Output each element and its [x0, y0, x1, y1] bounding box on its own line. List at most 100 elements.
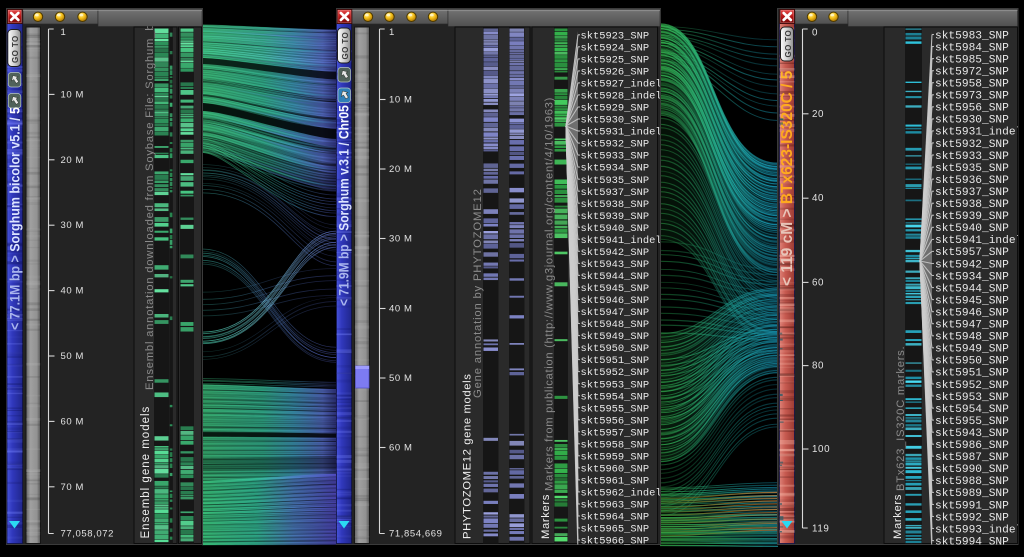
svg-text:skt5985_SNP: skt5985_SNP: [935, 54, 1009, 66]
svg-text:skt5950_SNP: skt5950_SNP: [581, 343, 650, 355]
svg-text:skt5950_SNP: skt5950_SNP: [935, 356, 1009, 368]
svg-text:skt5933_SNP: skt5933_SNP: [935, 151, 1009, 163]
svg-text:60 M: 60 M: [61, 416, 85, 427]
svg-text:skt5930_SNP: skt5930_SNP: [935, 115, 1009, 127]
svg-text:skt5925_SNP: skt5925_SNP: [581, 55, 650, 67]
svg-text:Markers: Markers: [540, 494, 552, 539]
svg-text:1: 1: [389, 27, 395, 38]
svg-text:20 M: 20 M: [61, 155, 85, 166]
svg-text:< 119 cM > BTx623-IS320C / 5: < 119 cM > BTx623-IS320C / 5: [779, 70, 796, 286]
svg-text:30 M: 30 M: [389, 234, 413, 245]
svg-text:skt5955_SNP: skt5955_SNP: [935, 416, 1009, 428]
svg-text:30 M: 30 M: [61, 220, 85, 231]
svg-text:skt5993_indel: skt5993_indel: [935, 524, 1023, 536]
svg-text:skt5972_SNP: skt5972_SNP: [935, 67, 1009, 79]
svg-text:skt5936_SNP: skt5936_SNP: [935, 175, 1009, 187]
svg-text:skt5934_SNP: skt5934_SNP: [935, 271, 1009, 283]
svg-text:skt5954_SNP: skt5954_SNP: [935, 404, 1009, 416]
svg-text:skt5983_SNP: skt5983_SNP: [935, 30, 1009, 42]
svg-text:skt5931_indel: skt5931_indel: [935, 127, 1023, 139]
svg-text:skt5956_SNP: skt5956_SNP: [935, 103, 1009, 115]
svg-text:skt5954_SNP: skt5954_SNP: [581, 391, 650, 403]
svg-text:0: 0: [812, 28, 818, 39]
svg-text:40 M: 40 M: [389, 304, 413, 315]
svg-text:BTx623_IS320C markers.: BTx623_IS320C markers.: [895, 346, 907, 491]
svg-text:skt5962_indel: skt5962_indel: [581, 488, 662, 500]
svg-text:skt5988_SNP: skt5988_SNP: [935, 476, 1009, 488]
svg-text:skt5939_SNP: skt5939_SNP: [581, 211, 650, 223]
svg-text:skt5963_SNP: skt5963_SNP: [581, 500, 650, 512]
svg-text:skt5941_indel: skt5941_indel: [935, 235, 1023, 247]
svg-text:skt5946_SNP: skt5946_SNP: [581, 295, 650, 307]
svg-text:skt5948_SNP: skt5948_SNP: [935, 332, 1009, 344]
svg-text:Markers: Markers: [892, 494, 904, 539]
svg-text:skt5943_SNP: skt5943_SNP: [935, 428, 1009, 440]
svg-text:100: 100: [812, 444, 830, 455]
svg-text:skt5956_SNP: skt5956_SNP: [581, 415, 650, 427]
svg-text:50 M: 50 M: [389, 373, 413, 384]
svg-text:Gene annotation by PHYTOZOME12: Gene annotation by PHYTOZOME12: [472, 188, 484, 398]
svg-text:skt5938_SNP: skt5938_SNP: [581, 199, 650, 211]
svg-text:skt5990_SNP: skt5990_SNP: [935, 464, 1009, 476]
svg-text:skt5948_SNP: skt5948_SNP: [581, 319, 650, 331]
svg-text:skt5940_SNP: skt5940_SNP: [581, 223, 650, 235]
svg-text:skt5964_SNP: skt5964_SNP: [581, 512, 650, 524]
svg-text:skt5949_SNP: skt5949_SNP: [581, 331, 650, 343]
svg-text:40: 40: [812, 193, 824, 204]
svg-text:Ensembl annotation downloaded: Ensembl annotation downloaded from Soyba…: [144, 0, 156, 390]
svg-text:skt5930_SNP: skt5930_SNP: [581, 115, 650, 127]
svg-text:skt5958_SNP: skt5958_SNP: [581, 439, 650, 451]
svg-text:skt5947_SNP: skt5947_SNP: [581, 307, 650, 319]
svg-text:71,854,669: 71,854,669: [389, 529, 443, 540]
svg-text:skt5987_SNP: skt5987_SNP: [935, 452, 1009, 464]
svg-text:10 M: 10 M: [389, 95, 413, 106]
svg-text:skt5951_SNP: skt5951_SNP: [581, 355, 650, 367]
svg-text:< 71.9M bp > Sorghum v.3.1 / C: < 71.9M bp > Sorghum v.3.1 / Chr05: [335, 105, 351, 306]
svg-text:skt5927_indel: skt5927_indel: [581, 79, 662, 91]
svg-text:skt5935_SNP: skt5935_SNP: [581, 175, 650, 187]
svg-text:skt5947_SNP: skt5947_SNP: [935, 320, 1009, 332]
svg-text:Ensembl gene models: Ensembl gene models: [140, 406, 152, 539]
svg-text:skt5945_SNP: skt5945_SNP: [935, 295, 1009, 307]
svg-text:77,058,072: 77,058,072: [61, 529, 115, 540]
svg-text:119: 119: [812, 524, 829, 535]
svg-text:1: 1: [61, 27, 67, 38]
svg-text:skt5959_SNP: skt5959_SNP: [581, 451, 650, 463]
svg-text:Markers from publication (http: Markers from publication (http://www.g3j…: [544, 97, 556, 491]
svg-text:skt5931_indel: skt5931_indel: [581, 127, 662, 139]
svg-text:70 M: 70 M: [61, 482, 85, 493]
svg-text:skt5933_SNP: skt5933_SNP: [581, 151, 650, 163]
svg-text:skt5961_SNP: skt5961_SNP: [581, 476, 650, 488]
svg-text:skt5953_SNP: skt5953_SNP: [581, 379, 650, 391]
svg-text:skt5952_SNP: skt5952_SNP: [581, 367, 650, 379]
svg-text:GO TO: GO TO: [11, 35, 20, 63]
svg-text:< 77.1M bp > Sorghum bicolor v: < 77.1M bp > Sorghum bicolor v5.1 / 5: [7, 107, 23, 330]
svg-text:20 M: 20 M: [389, 164, 413, 175]
svg-text:skt5953_SNP: skt5953_SNP: [935, 392, 1009, 404]
svg-text:GO TO: GO TO: [784, 30, 793, 58]
svg-text:60 M: 60 M: [389, 443, 413, 454]
svg-text:skt5955_SNP: skt5955_SNP: [581, 403, 650, 415]
svg-text:skt5991_SNP: skt5991_SNP: [935, 500, 1009, 512]
svg-text:skt5984_SNP: skt5984_SNP: [935, 42, 1009, 54]
svg-text:skt5937_SNP: skt5937_SNP: [581, 187, 650, 199]
svg-text:skt5943_SNP: skt5943_SNP: [581, 259, 650, 271]
svg-text:skt5934_SNP: skt5934_SNP: [581, 163, 650, 175]
svg-text:GO TO: GO TO: [341, 32, 350, 60]
svg-text:skt5942_SNP: skt5942_SNP: [581, 247, 650, 259]
svg-text:skt5935_SNP: skt5935_SNP: [935, 163, 1009, 175]
svg-text:skt5941_indel: skt5941_indel: [581, 235, 662, 247]
svg-text:skt5938_SNP: skt5938_SNP: [935, 199, 1009, 211]
svg-text:skt5957_SNP: skt5957_SNP: [935, 247, 1009, 259]
svg-text:20: 20: [812, 109, 824, 120]
svg-text:skt5952_SNP: skt5952_SNP: [935, 380, 1009, 392]
svg-text:skt5960_SNP: skt5960_SNP: [581, 464, 650, 476]
svg-text:skt5942_SNP: skt5942_SNP: [935, 259, 1009, 271]
svg-text:skt5992_SNP: skt5992_SNP: [935, 512, 1009, 524]
svg-text:skt5932_SNP: skt5932_SNP: [581, 139, 650, 151]
svg-text:50 M: 50 M: [61, 351, 85, 362]
svg-text:skt5973_SNP: skt5973_SNP: [935, 91, 1009, 103]
svg-text:40 M: 40 M: [61, 286, 85, 297]
svg-text:skt5932_SNP: skt5932_SNP: [935, 139, 1009, 151]
svg-text:skt5940_SNP: skt5940_SNP: [935, 223, 1009, 235]
